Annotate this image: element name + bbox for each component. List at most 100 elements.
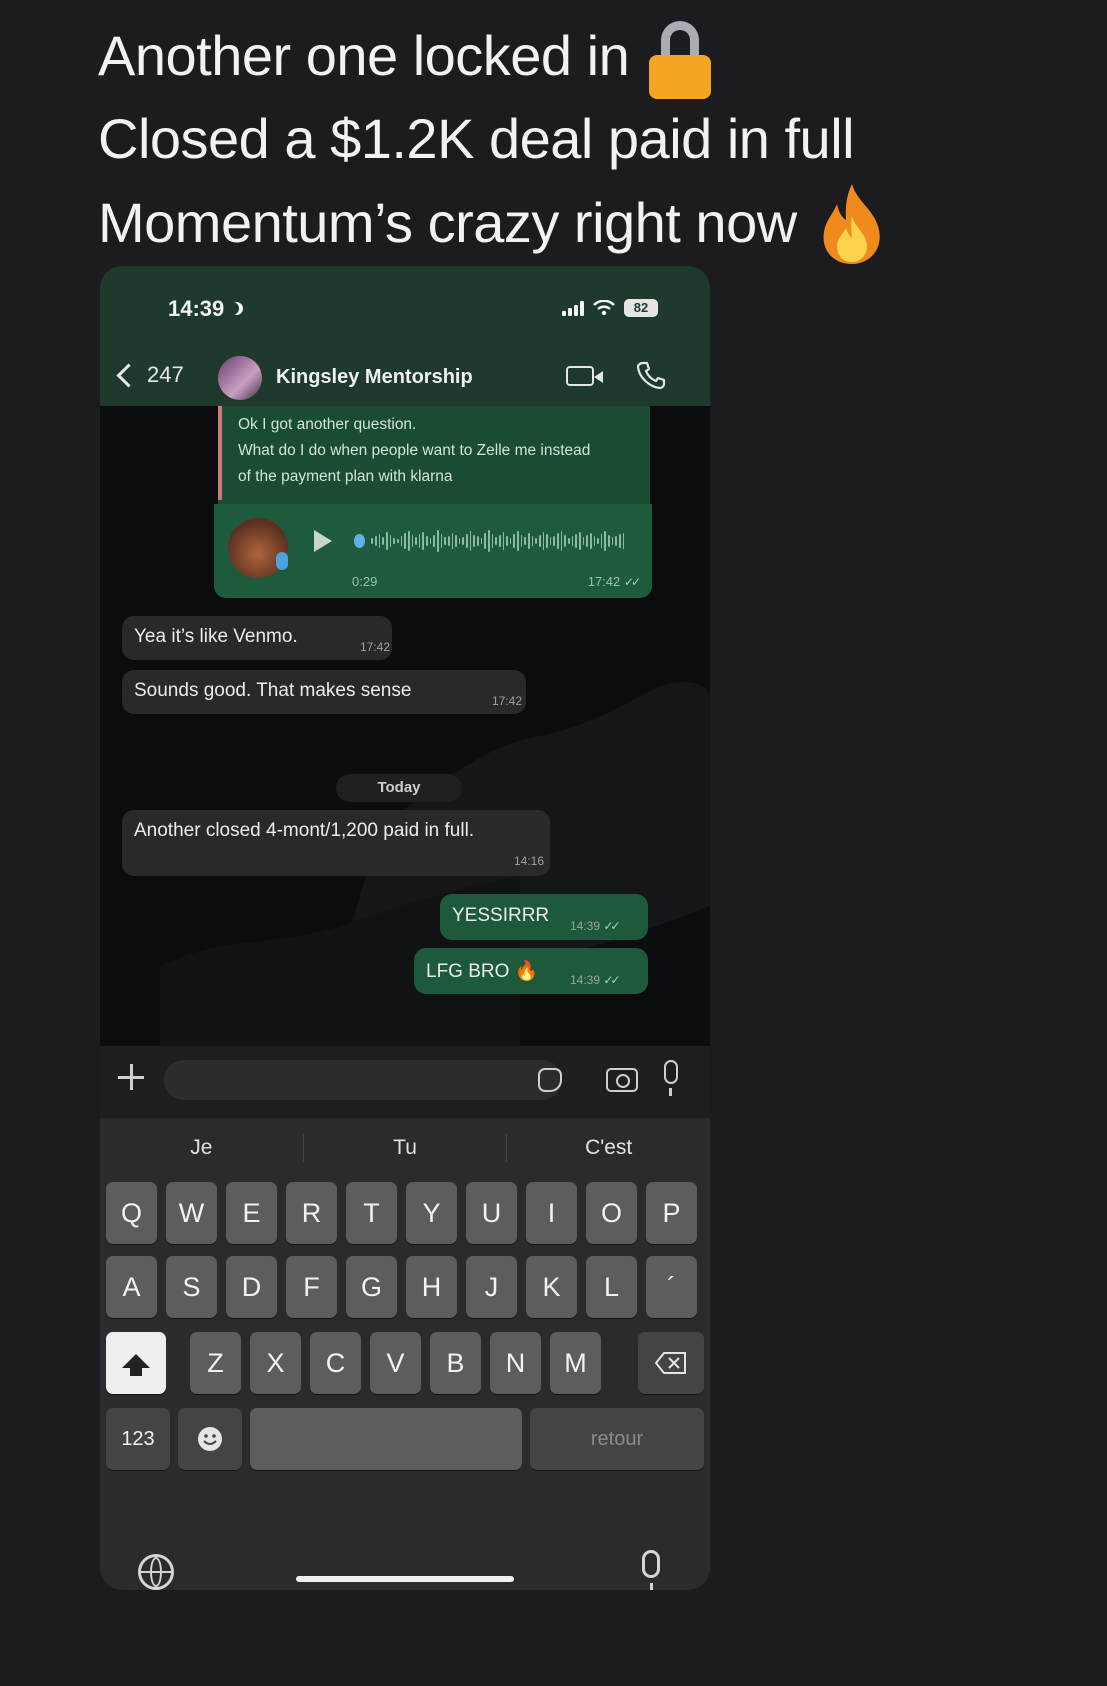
key-k[interactable]: K [526, 1256, 577, 1318]
waveform-scrubber[interactable] [354, 534, 366, 548]
key-z[interactable]: Z [190, 1332, 241, 1394]
chevron-left-icon [116, 362, 141, 388]
keyboard: Je Tu C'est Q W E R T Y U I O P A S D F G H J K L ´ Z X C V B N M … [100, 1118, 710, 1590]
quoted-text: Ok I got another question. What do I do … [238, 412, 590, 490]
home-indicator[interactable] [296, 1576, 514, 1582]
key-c[interactable]: C [310, 1332, 361, 1394]
key-h[interactable]: H [406, 1256, 457, 1318]
dictation-mic-icon[interactable] [642, 1550, 660, 1590]
key-accent[interactable]: ´ [646, 1256, 697, 1318]
backspace-key[interactable] [638, 1332, 704, 1394]
key-r[interactable]: R [286, 1182, 337, 1244]
video-call-icon[interactable] [566, 366, 603, 386]
message-time: 17:42 [360, 640, 391, 654]
waveform-bar [378, 534, 381, 548]
suggestion-3[interactable]: C'est [507, 1126, 710, 1170]
group-avatar[interactable] [218, 356, 262, 400]
plus-icon[interactable] [116, 1062, 146, 1092]
message-yessirrr[interactable]: YESSIRRR 14:39 ✓✓ [440, 894, 648, 940]
waveform-bar [597, 538, 599, 544]
key-b[interactable]: B [430, 1332, 481, 1394]
phone-call-icon[interactable] [636, 360, 666, 390]
waveform-bar [513, 534, 516, 548]
key-x[interactable]: X [250, 1332, 301, 1394]
quoted-message[interactable]: Ok I got another question. What do I do … [218, 406, 650, 504]
key-j[interactable]: J [466, 1256, 517, 1318]
waveform-bar [451, 533, 454, 549]
voice-message[interactable]: 0:29 17:42 ✓✓ [214, 504, 652, 598]
waveform-bar [386, 532, 388, 550]
key-d[interactable]: D [226, 1256, 277, 1318]
back-button[interactable]: 247 [114, 362, 184, 388]
key-f[interactable]: F [286, 1256, 337, 1318]
backspace-icon [654, 1352, 686, 1374]
key-i[interactable]: I [526, 1182, 577, 1244]
waveform-bar [604, 531, 607, 551]
waveform-bar [531, 536, 534, 546]
waveform-bar [393, 538, 395, 544]
numbers-key[interactable]: 123 [106, 1408, 170, 1470]
key-u[interactable]: U [466, 1182, 517, 1244]
waveform-bar [568, 538, 570, 544]
quoted-line-3: of the payment plan with klarna [238, 468, 453, 485]
message-sounds-good[interactable]: Sounds good. That makes sense 17:42 [122, 670, 526, 714]
shift-key[interactable] [106, 1332, 166, 1394]
suggestion-1[interactable]: Je [100, 1126, 303, 1170]
key-s[interactable]: S [166, 1256, 217, 1318]
waveform-bar [466, 534, 468, 548]
waveform-bar [619, 534, 621, 548]
key-v[interactable]: V [370, 1332, 421, 1394]
waveform-bar [593, 536, 596, 546]
quote-bar [218, 406, 222, 500]
waveform-bar [444, 537, 446, 545]
waveform-bar [575, 534, 577, 548]
waveform-bar [506, 536, 508, 546]
suggestion-2[interactable]: Tu [304, 1126, 507, 1170]
key-a[interactable]: A [106, 1256, 157, 1318]
key-l[interactable]: L [586, 1256, 637, 1318]
key-w[interactable]: W [166, 1182, 217, 1244]
key-p[interactable]: P [646, 1182, 697, 1244]
waveform-bar [600, 534, 603, 548]
voice-duration: 0:29 [352, 574, 378, 589]
key-g[interactable]: G [346, 1256, 397, 1318]
globe-icon[interactable] [138, 1554, 174, 1590]
waveform-bar [477, 536, 479, 546]
space-key[interactable] [250, 1408, 522, 1470]
play-icon[interactable] [314, 530, 332, 552]
key-t[interactable]: T [346, 1182, 397, 1244]
chat-title[interactable]: Kingsley Mentorship [276, 366, 473, 389]
sticker-icon[interactable] [538, 1068, 562, 1092]
camera-icon[interactable] [606, 1068, 638, 1092]
return-key[interactable]: retour [530, 1408, 704, 1470]
waveform-bar [418, 534, 421, 548]
message-lfg[interactable]: LFG BRO 🔥 14:39 ✓✓ [414, 948, 648, 994]
message-input[interactable] [164, 1060, 562, 1100]
audio-waveform[interactable] [354, 526, 625, 556]
message-closed-deal[interactable]: Another closed 4-mont/1,200 paid in full… [122, 810, 550, 876]
waveform-bar [480, 538, 483, 544]
message-time-text: 14:39 [570, 919, 601, 933]
key-m[interactable]: M [550, 1332, 601, 1394]
chat-nav: 247 Kingsley Mentorship [100, 356, 710, 406]
waveform-bar [622, 533, 625, 549]
waveform-bar [557, 533, 559, 549]
message-text: Yea it’s like Venmo. [134, 626, 298, 647]
message-venmo[interactable]: Yea it’s like Venmo. 17:42 [122, 616, 392, 660]
key-q[interactable]: Q [106, 1182, 157, 1244]
key-e[interactable]: E [226, 1182, 277, 1244]
battery-indicator: 82 [624, 299, 658, 317]
waveform-bar [553, 536, 556, 546]
microphone-icon[interactable] [664, 1060, 678, 1096]
waveform-bar [535, 538, 537, 544]
key-y[interactable]: Y [406, 1182, 457, 1244]
waveform-bar [571, 536, 574, 546]
waveform-bar [426, 536, 428, 546]
caption-line-2: Closed a $1.2K deal paid in full [98, 107, 855, 170]
emoji-key[interactable] [178, 1408, 242, 1470]
waveform-bar [586, 535, 588, 547]
read-ticks-icon: ✓✓ [623, 575, 641, 589]
waveform-bar [560, 531, 563, 551]
key-o[interactable]: O [586, 1182, 637, 1244]
key-n[interactable]: N [490, 1332, 541, 1394]
